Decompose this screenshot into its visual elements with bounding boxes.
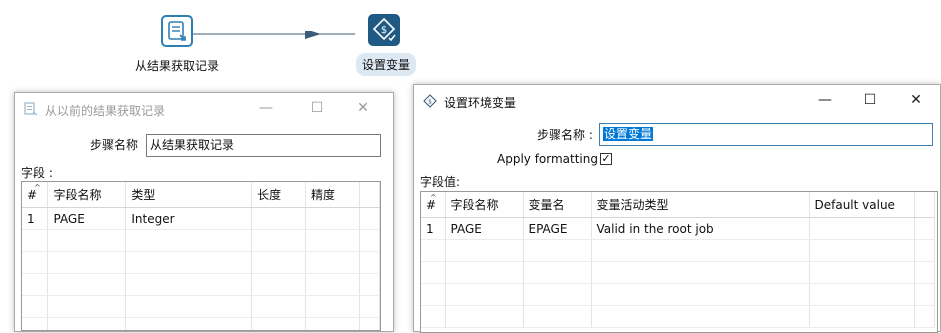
cell-filler bbox=[914, 217, 935, 240]
row-index: 1 bbox=[421, 217, 446, 240]
rows-from-result-dialog: 从以前的结果获取记录 — ☐ ✕ 步骤名称 从结果获取记录 字段 : ^ # 字… bbox=[14, 92, 394, 332]
cell-precision[interactable] bbox=[305, 207, 360, 230]
set-variable-icon: $ bbox=[372, 17, 396, 42]
col-header-variable-name[interactable]: 变量名 bbox=[523, 192, 592, 218]
rows-from-result-step-label[interactable]: 从结果获取记录 bbox=[135, 57, 219, 74]
step-name-label: 步骤名称 bbox=[90, 138, 139, 152]
step-name-input[interactable]: 设置变量 bbox=[599, 123, 933, 146]
cell-variable-scope[interactable]: Valid in the root job bbox=[591, 217, 810, 240]
col-header-filler bbox=[914, 192, 935, 218]
fields-label: 字段 : bbox=[21, 166, 53, 180]
col-header-default-value[interactable]: Default value bbox=[809, 192, 915, 218]
table-row-empty[interactable] bbox=[421, 261, 935, 284]
step-name-value: 设置变量 bbox=[603, 127, 654, 141]
close-button[interactable]: ✕ bbox=[903, 89, 929, 111]
cell-variable-name[interactable]: EPAGE bbox=[523, 217, 592, 240]
dialog-title: 设置环境变量 bbox=[444, 96, 517, 110]
apply-formatting-checkbox[interactable]: ✓ bbox=[600, 153, 612, 165]
col-header-precision[interactable]: 精度 bbox=[305, 182, 360, 208]
close-button[interactable]: ✕ bbox=[350, 97, 376, 119]
col-header-type[interactable]: 类型 bbox=[125, 182, 253, 208]
dialog-titlebar[interactable]: $ 设置环境变量 — ☐ ✕ bbox=[414, 85, 940, 117]
field-values-table-grid: # 字段名称 变量名 变量活动类型 Default value 1 PAGE E… bbox=[421, 192, 935, 328]
table-row[interactable]: 1 PAGE EPAGE Valid in the root job bbox=[421, 217, 935, 240]
svg-text:$: $ bbox=[428, 99, 432, 106]
set-variables-step-label[interactable]: 设置变量 bbox=[356, 53, 417, 76]
cell-field-name[interactable]: PAGE bbox=[445, 217, 524, 240]
dialog-title: 从以前的结果获取记录 bbox=[45, 104, 166, 118]
maximize-button[interactable]: ☐ bbox=[304, 97, 330, 119]
table-import-icon bbox=[24, 102, 38, 116]
col-header-filler bbox=[359, 182, 380, 208]
table-row-empty[interactable] bbox=[421, 283, 935, 306]
set-variable-icon: $ bbox=[423, 94, 437, 108]
svg-text:$: $ bbox=[381, 25, 387, 36]
step-name-input[interactable]: 从结果获取记录 bbox=[146, 134, 381, 157]
table-row-empty[interactable] bbox=[421, 239, 935, 262]
sort-icon: ^ bbox=[430, 193, 437, 202]
cell-field-name[interactable]: PAGE bbox=[47, 207, 127, 230]
cell-default-value[interactable] bbox=[809, 217, 915, 240]
minimize-button[interactable]: — bbox=[253, 97, 279, 119]
col-header-field-name[interactable]: 字段名称 bbox=[47, 182, 127, 208]
fields-table[interactable]: ^ # 字段名称 类型 长度 精度 1 PAGE Integer bbox=[21, 181, 381, 331]
table-header-row: # 字段名称 变量名 变量活动类型 Default value bbox=[421, 192, 935, 218]
cell-length[interactable] bbox=[251, 207, 307, 230]
sort-icon: ^ bbox=[34, 183, 41, 192]
maximize-button[interactable]: ☐ bbox=[857, 89, 883, 111]
apply-formatting-label: Apply formatting bbox=[497, 152, 598, 166]
table-header-row: # 字段名称 类型 长度 精度 bbox=[22, 182, 380, 208]
col-header-field-name[interactable]: 字段名称 bbox=[445, 192, 524, 218]
dialog-titlebar[interactable]: 从以前的结果获取记录 — ☐ ✕ bbox=[15, 93, 393, 125]
fields-table-grid: # 字段名称 类型 长度 精度 1 PAGE Integer bbox=[22, 182, 380, 330]
table-import-icon bbox=[168, 21, 186, 41]
col-header-length[interactable]: 长度 bbox=[251, 182, 307, 208]
set-variables-dialog: $ 设置环境变量 — ☐ ✕ 步骤名称 : 设置变量 Apply formatt… bbox=[413, 84, 941, 333]
minimize-button[interactable]: — bbox=[812, 89, 838, 111]
table-row-empty[interactable] bbox=[22, 317, 380, 330]
table-row-empty[interactable] bbox=[22, 251, 380, 274]
step-name-label: 步骤名称 : bbox=[537, 128, 593, 142]
col-header-variable-scope[interactable]: 变量活动类型 bbox=[591, 192, 810, 218]
table-row-empty[interactable] bbox=[22, 273, 380, 296]
set-variables-step-icon[interactable]: $ bbox=[368, 14, 400, 46]
field-values-label: 字段值: bbox=[420, 175, 461, 189]
hop-arrow[interactable] bbox=[193, 31, 368, 45]
field-values-table[interactable]: ^ # 字段名称 变量名 变量活动类型 Default value 1 PAGE… bbox=[420, 191, 938, 333]
rows-from-result-step-icon[interactable] bbox=[161, 15, 193, 47]
table-row[interactable]: 1 PAGE Integer bbox=[22, 207, 380, 230]
table-row-empty[interactable] bbox=[22, 295, 380, 318]
cell-filler bbox=[359, 207, 380, 230]
cell-type[interactable]: Integer bbox=[125, 207, 253, 230]
row-index: 1 bbox=[22, 207, 49, 230]
table-row-empty[interactable] bbox=[22, 229, 380, 252]
